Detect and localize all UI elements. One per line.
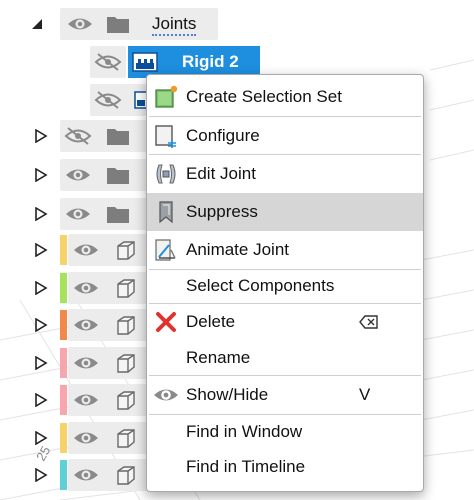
menu-item-label: Show/Hide	[186, 385, 269, 404]
component-cube-icon	[117, 466, 135, 485]
eye-icon[interactable]	[72, 428, 100, 448]
delete-icon	[153, 309, 179, 335]
tree-row-folder[interactable]	[0, 157, 150, 193]
eye-icon[interactable]	[72, 278, 100, 298]
tree-row-folder[interactable]	[0, 118, 150, 154]
menu-separator	[149, 116, 421, 117]
eye-icon[interactable]	[72, 240, 100, 260]
tree-row-component[interactable]	[0, 232, 150, 268]
menu-separator	[149, 303, 421, 304]
menu-item-find-in-window[interactable]: Find in Window	[147, 415, 423, 449]
context-menu: Create Selection Set Configure Edit Joint S…	[146, 74, 424, 492]
menu-item-shortcut: V	[359, 385, 371, 404]
menu-separator	[149, 414, 421, 415]
configure-icon	[153, 123, 179, 149]
tree-row-joint[interactable]	[0, 82, 150, 118]
menu-separator	[149, 269, 421, 270]
animate-joint-icon	[153, 237, 179, 263]
menu-item-delete[interactable]: Delete	[147, 303, 423, 341]
tree-row-component[interactable]	[0, 382, 150, 418]
joints-label: Joints	[152, 14, 197, 36]
collapsed-triangle-icon[interactable]	[34, 243, 48, 257]
menu-item-select-components[interactable]: Select Components	[147, 269, 423, 303]
eye-icon[interactable]	[64, 204, 92, 224]
component-color-tab	[60, 460, 67, 490]
eye-icon[interactable]	[72, 465, 100, 485]
component-color-tab	[60, 422, 67, 453]
menu-item-label: Delete	[186, 312, 236, 331]
menu-item-label: Find in Window	[186, 422, 303, 441]
folder-icon	[107, 168, 129, 184]
menu-item-edit-joint[interactable]: Edit Joint	[147, 155, 423, 193]
eye-icon[interactable]	[66, 14, 94, 34]
component-color-tab	[60, 385, 67, 415]
eye-icon[interactable]	[72, 353, 100, 373]
folder-icon	[107, 207, 129, 223]
menu-item-label: Edit Joint	[186, 164, 256, 183]
collapsed-triangle-icon[interactable]	[34, 430, 48, 445]
menu-item-label: Select Components	[186, 276, 335, 295]
collapsed-triangle-icon[interactable]	[34, 129, 48, 143]
menu-item-animate-joint[interactable]: Animate Joint	[147, 231, 423, 269]
tree-row-component[interactable]	[0, 345, 150, 381]
menu-item-configure[interactable]: Configure	[147, 117, 423, 155]
menu-item-rename[interactable]: Rename	[147, 341, 423, 375]
menu-item-label: Animate Joint	[186, 240, 289, 259]
create-selection-set-icon	[153, 84, 179, 110]
suppress-icon	[153, 199, 179, 225]
component-color-tab	[60, 310, 67, 340]
eye-hidden-icon[interactable]	[94, 90, 122, 110]
component-cube-icon	[117, 391, 135, 410]
collapsed-triangle-icon[interactable]	[34, 168, 48, 182]
menu-item-label: Suppress	[186, 202, 258, 221]
collapsed-triangle-icon[interactable]	[34, 468, 48, 482]
menu-item-label: Configure	[186, 126, 260, 145]
tree-row-component[interactable]	[0, 457, 150, 493]
component-color-tab	[60, 235, 67, 265]
component-cube-icon	[117, 353, 135, 373]
tree-row-joints[interactable]: Joints	[0, 6, 230, 42]
menu-item-create-selection-set[interactable]: Create Selection Set	[147, 77, 423, 117]
menu-item-find-in-timeline[interactable]: Find in Timeline	[147, 449, 423, 485]
component-cube-icon	[117, 241, 135, 260]
collapsed-triangle-icon[interactable]	[34, 393, 48, 407]
component-cube-icon	[117, 278, 135, 298]
eye-icon[interactable]	[64, 165, 92, 185]
rigid-2-label: Rigid 2	[182, 52, 239, 71]
expanded-triangle-icon[interactable]	[30, 17, 44, 31]
delete-key-icon	[359, 314, 379, 330]
collapsed-triangle-icon[interactable]	[34, 355, 48, 370]
eye-icon[interactable]	[72, 390, 100, 410]
tree-row-component[interactable]	[0, 307, 150, 343]
collapsed-triangle-icon[interactable]	[34, 318, 48, 332]
rigid-joint-icon	[132, 52, 158, 72]
menu-item-label: Create Selection Set	[186, 87, 342, 106]
menu-separator	[149, 375, 421, 376]
menu-item-label: Rename	[186, 348, 251, 367]
eye-icon	[153, 382, 179, 408]
collapsed-triangle-icon[interactable]	[34, 280, 48, 295]
menu-item-label: Find in Timeline	[186, 457, 306, 476]
tree-row-folder[interactable]	[0, 196, 150, 232]
component-cube-icon	[117, 316, 135, 335]
folder-icon	[107, 129, 129, 145]
eye-hidden-icon[interactable]	[64, 126, 92, 146]
menu-item-suppress[interactable]: Suppress	[147, 193, 423, 231]
menu-separator	[149, 154, 421, 155]
component-cube-icon	[117, 428, 135, 448]
eye-icon[interactable]	[72, 315, 100, 335]
tree-row-component[interactable]	[0, 270, 150, 306]
collapsed-triangle-icon[interactable]	[34, 207, 48, 221]
tree-row-component[interactable]	[0, 420, 150, 456]
eye-hidden-icon[interactable]	[94, 52, 122, 72]
component-color-tab	[60, 272, 67, 303]
component-color-tab	[60, 347, 67, 378]
edit-joint-icon	[153, 161, 179, 187]
menu-item-show-hide[interactable]: Show/Hide V	[147, 375, 423, 415]
folder-icon	[107, 17, 129, 33]
